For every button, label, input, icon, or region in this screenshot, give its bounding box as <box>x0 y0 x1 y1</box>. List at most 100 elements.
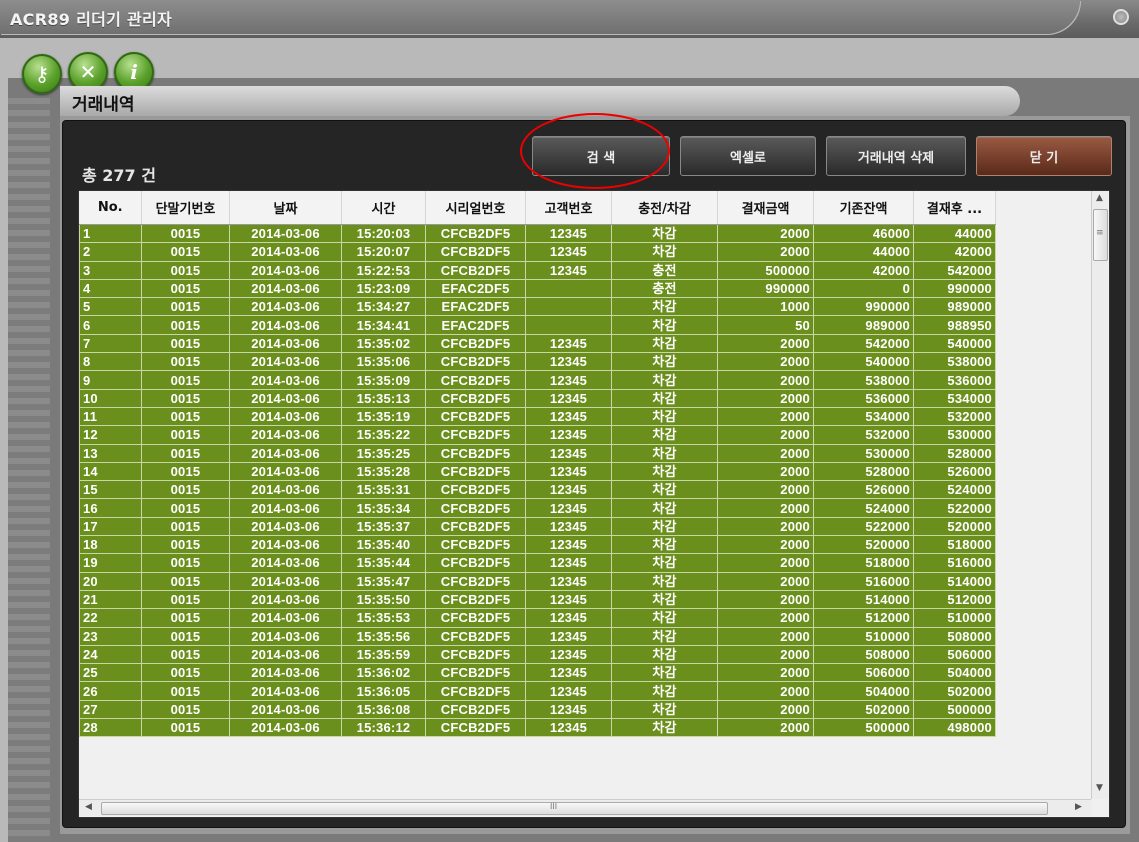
table-row[interactable]: 22 0015 2014-03-06 15:35:53 CFCB2DF5 12345 차감 2… <box>79 608 996 628</box>
table-cell: 516000 <box>913 553 996 573</box>
table-cell: 차감 <box>611 315 718 335</box>
table-cell: CFCB2DF5 <box>425 498 526 518</box>
table-row[interactable]: 27 0015 2014-03-06 15:36:08 CFCB2DF5 12345 차감 2… <box>79 699 996 720</box>
table-cell: CFCB2DF5 <box>425 425 526 445</box>
column-header[interactable]: 단말기번호 <box>141 191 230 225</box>
scroll-left-icon[interactable]: ◀ <box>85 802 92 812</box>
grip-icon: ≡ <box>1096 228 1104 238</box>
table-row[interactable]: 28 0015 2014-03-06 15:36:12 CFCB2DF5 12345 차감 2… <box>79 718 996 738</box>
table-cell: 12 <box>79 425 142 445</box>
table-row[interactable]: 6 0015 2014-03-06 15:34:41 EFAC2DF5 차감 50 98900… <box>79 315 996 335</box>
table-row[interactable]: 23 0015 2014-03-06 15:35:56 CFCB2DF5 12345 차감 2… <box>79 626 996 646</box>
table-row[interactable]: 21 0015 2014-03-06 15:35:50 CFCB2DF5 12345 차감 2… <box>79 589 996 610</box>
table-row[interactable]: 8 0015 2014-03-06 15:35:06 CFCB2DF5 12345 차감 20… <box>79 352 996 372</box>
vertical-scroll-thumb[interactable]: ≡ <box>1093 209 1108 261</box>
table-cell: 2000 <box>717 535 814 555</box>
table-cell: 15:35:06 <box>341 352 426 372</box>
table-row[interactable]: 2 0015 2014-03-06 15:20:07 CFCB2DF5 12345 차감 20… <box>79 242 996 262</box>
table-cell: 2014-03-06 <box>229 553 342 573</box>
table-cell: 0015 <box>141 571 230 591</box>
table-cell: 2014-03-06 <box>229 242 342 262</box>
table-cell: 12345 <box>525 443 612 463</box>
column-header[interactable]: 기존잔액 <box>813 191 914 225</box>
table-row[interactable]: 4 0015 2014-03-06 15:23:09 EFAC2DF5 충전 990000 0… <box>79 278 996 299</box>
column-header[interactable]: 시간 <box>341 191 426 225</box>
table-cell: 2 <box>79 242 142 262</box>
table-cell: 534000 <box>813 406 914 427</box>
column-header[interactable]: 고객번호 <box>525 191 612 225</box>
vertical-scrollbar[interactable]: ▲ ≡ ▼ <box>1091 191 1108 799</box>
table-cell: 15:35:31 <box>341 480 426 500</box>
table-cell: 510000 <box>913 608 996 628</box>
table-cell: 15:35:47 <box>341 571 426 591</box>
column-header[interactable]: 결재후 ... <box>913 191 996 225</box>
table-row[interactable]: 16 0015 2014-03-06 15:35:34 CFCB2DF5 12345 차감 2… <box>79 498 996 518</box>
table-cell: 차감 <box>611 535 718 555</box>
table-row[interactable]: 7 0015 2014-03-06 15:35:02 CFCB2DF5 12345 차감 20… <box>79 333 996 354</box>
column-header[interactable]: No. <box>79 191 142 225</box>
table-cell: 534000 <box>913 388 996 408</box>
table-cell: CFCB2DF5 <box>425 516 526 537</box>
table-cell: 990000 <box>813 297 914 317</box>
table-cell: 2000 <box>717 406 814 427</box>
horizontal-scrollbar[interactable]: ◀ III ▶ <box>79 799 1091 816</box>
table-cell: 0015 <box>141 388 230 408</box>
table-row[interactable]: 15 0015 2014-03-06 15:35:31 CFCB2DF5 12345 차감 2… <box>79 480 996 500</box>
table-cell: 2000 <box>717 718 814 738</box>
table-cell: 13 <box>79 443 142 463</box>
table-cell: 5 <box>79 297 142 317</box>
horizontal-scroll-thumb[interactable]: III <box>101 802 1048 815</box>
table-row[interactable]: 12 0015 2014-03-06 15:35:22 CFCB2DF5 12345 차감 2… <box>79 425 996 445</box>
key-icon[interactable]: ⚷ <box>22 54 62 94</box>
window-control-icon[interactable] <box>1113 9 1129 25</box>
column-header[interactable]: 시리얼번호 <box>425 191 526 225</box>
table-cell: 2000 <box>717 608 814 628</box>
table-row[interactable]: 26 0015 2014-03-06 15:36:05 CFCB2DF5 12345 차감 2… <box>79 681 996 701</box>
close-button[interactable]: 닫 기 <box>976 136 1112 176</box>
table-cell: 0015 <box>141 516 230 537</box>
transaction-table[interactable]: No. 단말기번호 날짜 시간 시리얼번호 고객번호 충전/차감 결재금액 기존잔액 결재후 ..… <box>78 190 1110 818</box>
hgrip-icon: III <box>550 802 558 811</box>
table-cell: 12345 <box>525 571 612 591</box>
table-row[interactable]: 25 0015 2014-03-06 15:36:02 CFCB2DF5 12345 차감 2… <box>79 663 996 683</box>
excel-export-button[interactable]: 엑셀로 <box>680 136 816 176</box>
table-cell: 2014-03-06 <box>229 223 342 244</box>
table-row[interactable]: 19 0015 2014-03-06 15:35:44 CFCB2DF5 12345 차감 2… <box>79 553 996 573</box>
scroll-right-icon[interactable]: ▶ <box>1075 802 1082 812</box>
table-row[interactable]: 1 0015 2014-03-06 15:20:03 CFCB2DF5 12345 차감 20… <box>79 223 996 244</box>
table-cell: 15:23:09 <box>341 278 426 299</box>
table-cell: 15:35:22 <box>341 425 426 445</box>
table-cell: 540000 <box>813 352 914 372</box>
table-cell: 2014-03-06 <box>229 388 342 408</box>
delete-history-button[interactable]: 거래내역 삭제 <box>826 136 966 176</box>
table-cell: 2014-03-06 <box>229 425 342 445</box>
table-row[interactable]: 24 0015 2014-03-06 15:35:59 CFCB2DF5 12345 차감 2… <box>79 644 996 665</box>
table-row[interactable]: 13 0015 2014-03-06 15:35:25 CFCB2DF5 12345 차감 2… <box>79 443 996 463</box>
table-row[interactable]: 17 0015 2014-03-06 15:35:37 CFCB2DF5 12345 차감 2… <box>79 516 996 537</box>
table-cell: 28 <box>79 718 142 738</box>
table-cell: 15:35:02 <box>341 333 426 354</box>
scroll-down-icon[interactable]: ▼ <box>1096 783 1103 793</box>
table-cell: 0015 <box>141 297 230 317</box>
table-cell: 0015 <box>141 315 230 335</box>
table-cell: 차감 <box>611 388 718 408</box>
table-cell: 516000 <box>813 571 914 591</box>
table-cell: 충전 <box>611 278 718 299</box>
column-header[interactable]: 충전/차감 <box>611 191 718 225</box>
highlight-circle <box>520 113 670 189</box>
table-row[interactable]: 10 0015 2014-03-06 15:35:13 CFCB2DF5 12345 차감 2… <box>79 388 996 408</box>
table-cell: 11 <box>79 406 142 427</box>
table-cell: 0015 <box>141 681 230 701</box>
table-row[interactable]: 18 0015 2014-03-06 15:35:40 CFCB2DF5 12345 차감 2… <box>79 535 996 555</box>
table-row[interactable]: 3 0015 2014-03-06 15:22:53 CFCB2DF5 12345 충전 50… <box>79 260 996 280</box>
table-row[interactable]: 5 0015 2014-03-06 15:34:27 EFAC2DF5 차감 1000 990… <box>79 297 996 317</box>
table-row[interactable]: 11 0015 2014-03-06 15:35:19 CFCB2DF5 12345 차감 2… <box>79 406 996 427</box>
table-row[interactable]: 14 0015 2014-03-06 15:35:28 CFCB2DF5 12345 차감 2… <box>79 461 996 482</box>
column-header[interactable]: 결재금액 <box>717 191 814 225</box>
column-header[interactable]: 날짜 <box>229 191 342 225</box>
table-row[interactable]: 20 0015 2014-03-06 15:35:47 CFCB2DF5 12345 차감 2… <box>79 571 996 591</box>
table-cell: 502000 <box>913 681 996 701</box>
table-cell: 26 <box>79 681 142 701</box>
table-row[interactable]: 9 0015 2014-03-06 15:35:09 CFCB2DF5 12345 차감 20… <box>79 370 996 390</box>
scroll-up-icon[interactable]: ▲ <box>1096 193 1103 203</box>
